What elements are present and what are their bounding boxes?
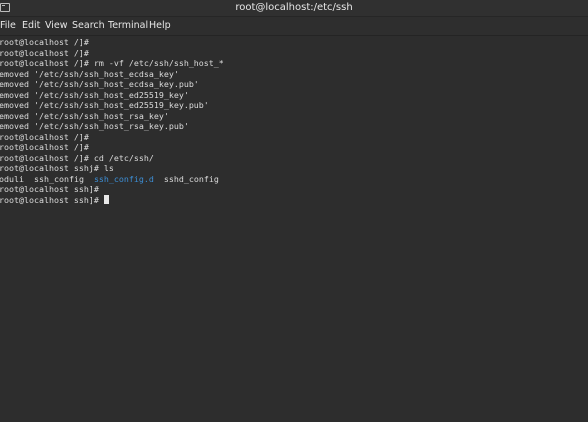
terminal-prompt: root@localhost ssh]# (0, 194, 99, 205)
ls-directory-item: ssh_config.d (93, 173, 154, 184)
terminal-line: emoved '/etc/ssh/ssh_host_ed25519_key.pu… (0, 100, 209, 110)
ls-file-item: sshd_config (163, 173, 219, 184)
terminal-line: root@localhost /]# (0, 37, 89, 47)
window-title: root@localhost:/etc/ssh (235, 2, 353, 13)
terminal-line: root@localhost ssh]# (0, 184, 99, 194)
ls-output-line: oduli ssh_config ssh_config.d sshd_confi… (0, 174, 219, 185)
menu-help[interactable]: Help (149, 20, 171, 32)
menu-terminal[interactable]: Terminal (108, 20, 148, 32)
terminal-line: emoved '/etc/ssh/ssh_host_ed25519_key' (0, 89, 189, 100)
text-cursor (103, 194, 109, 204)
terminal-window: root@localhost:/etc/ssh File Edit View S… (0, 0, 588, 422)
terminal-output-area[interactable]: root@localhost /]# root@localhost /]# ro… (0, 36, 588, 422)
terminal-line: root@localhost /]# rm -vf /etc/ssh/ssh_h… (0, 58, 224, 68)
terminal-line: emoved '/etc/ssh/ssh_host_ecdsa_key' (0, 68, 179, 79)
terminal-prompt-line: root@localhost ssh]# (0, 194, 109, 206)
ls-file-item: ssh_config (33, 173, 84, 184)
terminal-line: root@localhost /]# (0, 131, 89, 142)
terminal-line: emoved '/etc/ssh/ssh_host_rsa_key' (0, 110, 169, 121)
terminal-line: emoved '/etc/ssh/ssh_host_ecdsa_key.pub' (0, 79, 199, 89)
menu-view[interactable]: View (45, 20, 68, 32)
menu-edit[interactable]: Edit (22, 20, 40, 32)
terminal-line: root@localhost sshj# ls (0, 163, 114, 173)
terminal-line: root@localhost /]# (0, 47, 89, 58)
menu-bar: File Edit View Search Terminal Help (0, 17, 588, 36)
menu-file[interactable]: File (0, 20, 16, 32)
title-bar[interactable]: root@localhost:/etc/ssh (0, 0, 588, 17)
menu-search[interactable]: Search (72, 20, 105, 32)
ls-file-item: oduli (0, 173, 24, 184)
terminal-line: root@localhost /]# (0, 142, 89, 152)
terminal-line: emoved '/etc/ssh/ssh_host_rsa_key.pub' (0, 121, 189, 131)
terminal-line: root@localhost /]# cd /etc/ssh/ (0, 152, 154, 163)
